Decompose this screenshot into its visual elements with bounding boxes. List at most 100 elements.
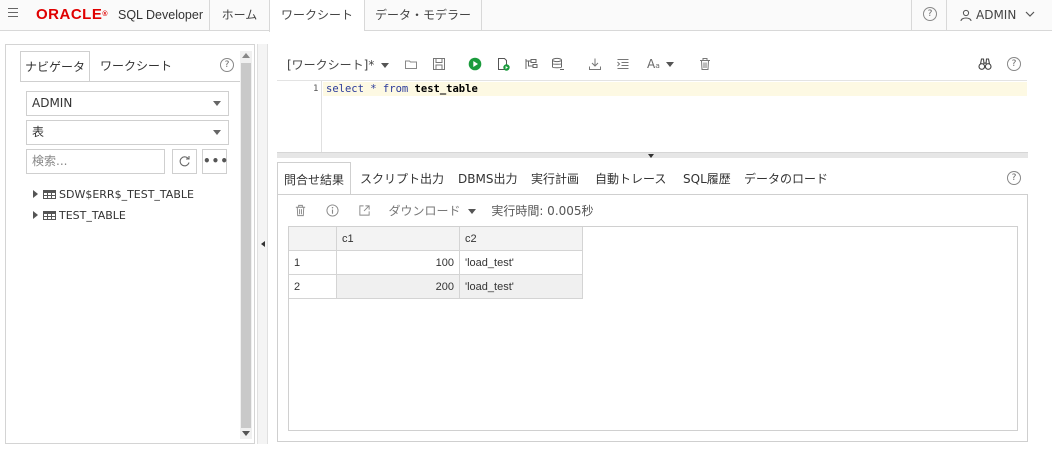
help-icon: ?	[923, 7, 937, 21]
tab-worksheet[interactable]: ワークシート	[269, 0, 364, 32]
grid-cell-c2[interactable]: 'load_test'	[460, 251, 583, 275]
object-type-select[interactable]: 表	[26, 120, 229, 145]
worksheet-title: [ワークシート]*	[287, 58, 375, 72]
tab-autotrace[interactable]: 自動トレース	[595, 162, 666, 195]
help-button[interactable]: ?	[911, 0, 947, 31]
autotrace-icon[interactable]	[551, 57, 565, 71]
text-case-icon: Aₐ	[647, 57, 660, 71]
text-case-button[interactable]: Aₐ	[647, 57, 681, 71]
tab-script-output[interactable]: スクリプト出力	[360, 162, 444, 195]
code-table-name: test_table	[414, 83, 478, 95]
ellipsis-icon: •••	[203, 154, 230, 168]
scrollbar-thumb[interactable]	[241, 63, 251, 428]
product-name: SQL Developer	[118, 8, 203, 22]
caret-down-icon	[665, 62, 674, 67]
editor-gutter: 1	[277, 81, 322, 153]
tab-query-result[interactable]: 問合せ結果	[277, 162, 352, 195]
navigator-scrollbar[interactable]	[240, 51, 252, 439]
caret-down-icon	[213, 101, 221, 106]
schema-select[interactable]: ADMIN	[26, 91, 229, 116]
tab-navigator[interactable]: ナビゲータ	[20, 51, 90, 82]
navigator-tabs: ナビゲータ ワークシート ?	[20, 51, 250, 82]
scroll-up-icon[interactable]	[242, 53, 250, 58]
column-header-c1[interactable]: c1	[337, 227, 460, 251]
sql-editor[interactable]: 1 select * from test_table	[277, 81, 1027, 153]
editor-results-splitter[interactable]	[277, 152, 1028, 158]
collapse-left-icon[interactable]	[261, 241, 265, 247]
grid-cell-c1[interactable]: 200	[337, 275, 460, 299]
chevron-down-icon	[1025, 11, 1035, 17]
refresh-icon	[179, 156, 190, 167]
row-number: 2	[289, 275, 337, 299]
user-menu[interactable]: ADMIN	[960, 8, 1035, 23]
worksheet-help-icon[interactable]: ?	[1007, 57, 1021, 71]
user-name: ADMIN	[976, 8, 1017, 22]
navigator-panel: ナビゲータ ワークシート ? ADMIN 表 検索... ••• SDW$ERR…	[5, 44, 255, 444]
expand-icon[interactable]	[33, 190, 38, 198]
top-bar: ORACLE® SQL Developer ホーム ワークシート データ・モデラ…	[0, 0, 1052, 32]
navigator-help-icon[interactable]: ?	[220, 58, 234, 72]
table-icon	[43, 190, 56, 199]
open-external-icon[interactable]	[358, 204, 371, 217]
code-star: *	[370, 83, 377, 95]
tab-data-modeler[interactable]: データ・モデラー	[364, 0, 482, 31]
tree-item-sdw-err-test-table[interactable]: SDW$ERR$_TEST_TABLE	[33, 188, 194, 202]
download-label: ダウンロード	[388, 204, 461, 218]
explain-plan-icon[interactable]	[524, 57, 538, 71]
code-line[interactable]: select * from test_table	[323, 82, 1027, 96]
clear-trash-icon[interactable]	[698, 57, 712, 71]
tab-sql-history[interactable]: SQL履歴	[683, 162, 731, 195]
results-help-icon[interactable]: ?	[1007, 171, 1021, 185]
navigator-tabs-divider	[20, 81, 240, 82]
tree-item-label: TEST_TABLE	[59, 209, 126, 222]
more-options-button[interactable]: •••	[202, 149, 230, 174]
clear-output-icon[interactable]	[294, 204, 307, 217]
scroll-down-icon[interactable]	[242, 431, 250, 436]
oracle-logo-text: ORACLE	[36, 6, 103, 23]
caret-down-icon	[467, 209, 476, 214]
format-code-icon[interactable]	[616, 57, 630, 71]
table-icon	[43, 211, 56, 220]
results-tabs: 問合せ結果 スクリプト出力 DBMS出力 実行計画 自動トレース SQL履歴 デ…	[277, 162, 1027, 195]
worksheet-selector[interactable]: [ワークシート]*	[287, 56, 390, 73]
collapse-down-icon[interactable]	[648, 154, 654, 158]
results-toolbar: ダウンロード 実行時間: 0.005秒	[294, 202, 594, 220]
hamburger-menu-icon[interactable]	[8, 8, 18, 22]
refresh-button[interactable]	[172, 149, 197, 174]
run-script-icon[interactable]	[496, 57, 510, 71]
grid-cell-c1[interactable]: 100	[337, 251, 460, 275]
grid-corner	[289, 227, 337, 251]
oracle-logo: ORACLE®	[36, 7, 108, 23]
open-folder-icon[interactable]	[404, 57, 418, 71]
object-type-select-value: 表	[32, 125, 45, 139]
column-header-c2[interactable]: c2	[460, 227, 583, 251]
tab-explain-plan[interactable]: 実行計画	[531, 162, 579, 195]
tab-dbms-output[interactable]: DBMS出力	[458, 162, 517, 195]
find-binoculars-icon[interactable]	[978, 57, 992, 71]
row-number: 1	[289, 251, 337, 275]
run-statement-icon[interactable]	[468, 57, 482, 71]
code-keyword-from: from	[382, 83, 409, 95]
info-icon[interactable]	[326, 204, 339, 217]
download-menu[interactable]: ダウンロード	[388, 204, 476, 218]
download-icon[interactable]	[588, 57, 602, 71]
user-icon	[960, 9, 972, 21]
schema-select-value: ADMIN	[32, 96, 73, 110]
grid-cell-c2[interactable]: 'load_test'	[460, 275, 583, 299]
results-grid: c1 c2 1 100 'load_test' 2 200 'load_test…	[288, 226, 1018, 431]
code-keyword-select: select	[326, 83, 364, 95]
line-number: 1	[313, 84, 319, 94]
worksheet-toolbar: [ワークシート]* Aₐ ?	[277, 52, 1027, 77]
panel-splitter[interactable]	[257, 44, 268, 444]
save-icon[interactable]	[432, 57, 446, 71]
expand-icon[interactable]	[33, 211, 38, 219]
execution-time: 実行時間: 0.005秒	[491, 204, 594, 218]
results-panel: ダウンロード 実行時間: 0.005秒 c1 c2 1 100 'load_te…	[277, 194, 1028, 442]
registered-mark: ®	[102, 11, 109, 18]
caret-down-icon	[213, 130, 221, 135]
tab-navigator-worksheet[interactable]: ワークシート	[100, 51, 172, 82]
navigator-search-input[interactable]: 検索...	[26, 149, 165, 174]
tree-item-test-table[interactable]: TEST_TABLE	[33, 209, 126, 223]
tab-home[interactable]: ホーム	[209, 0, 269, 31]
tab-data-load[interactable]: データのロード	[744, 162, 828, 195]
